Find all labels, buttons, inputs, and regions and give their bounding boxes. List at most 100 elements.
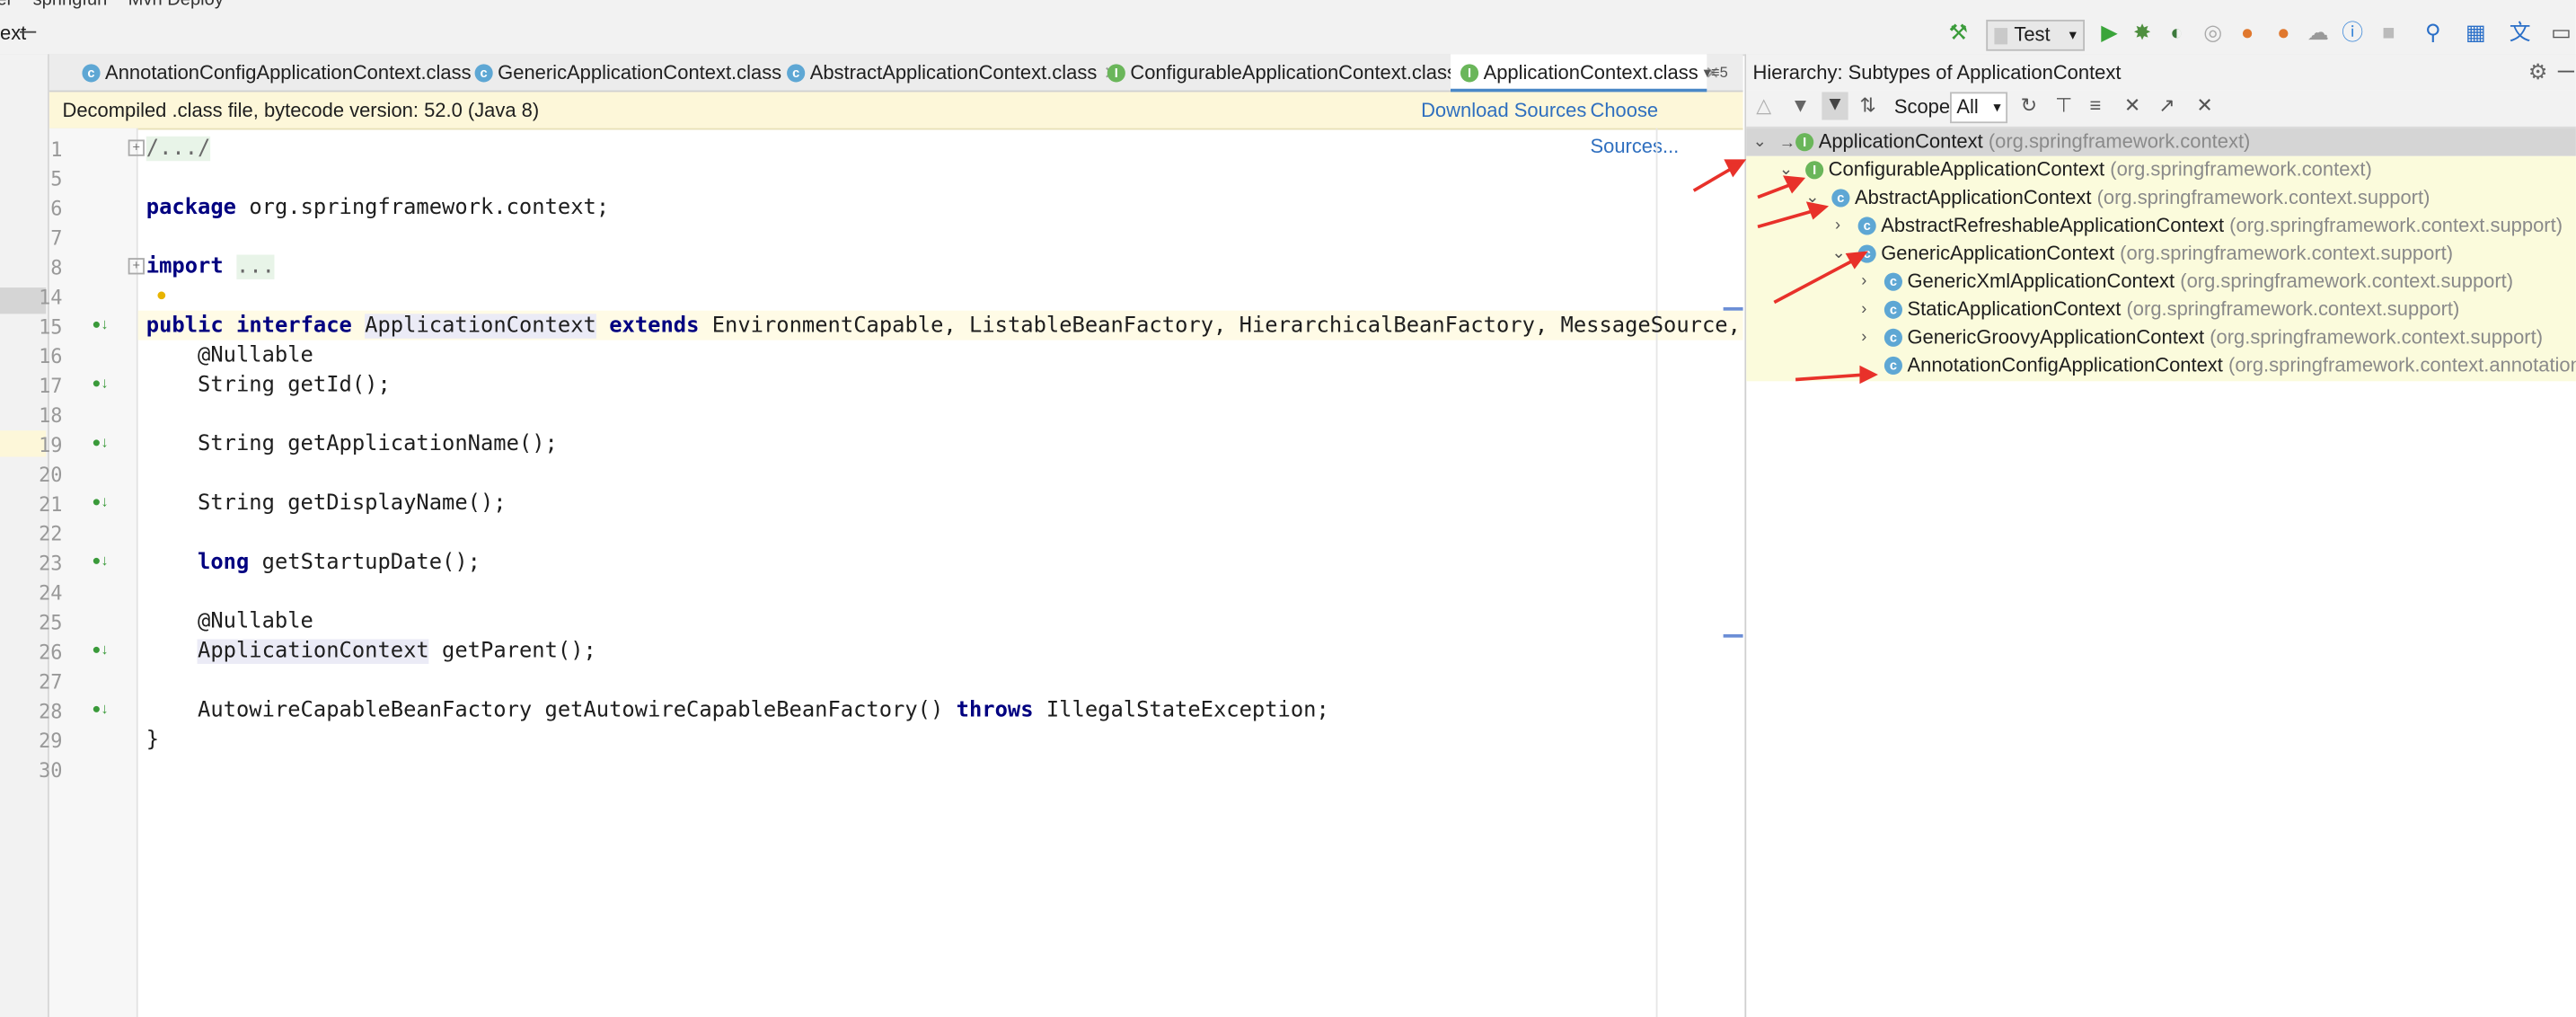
- node-name: StaticApplicationContext: [1907, 297, 2122, 321]
- profile-icon[interactable]: ◎: [2201, 21, 2225, 45]
- tab-label: GenericApplicationContext.class: [498, 60, 782, 84]
- scope-select[interactable]: All ▾: [1950, 92, 2008, 124]
- run-config-select[interactable]: Test ▾: [1986, 19, 2086, 51]
- code-editor[interactable]: /.../ package org.springframework.contex…: [138, 128, 1767, 1017]
- tab-application-context[interactable]: I ApplicationContext.class ✕: [1451, 54, 1720, 93]
- code-line: package org.springframework.context;: [146, 194, 609, 224]
- keyword: extends: [609, 314, 700, 339]
- node-package: (org.springframework.context.support): [2210, 325, 2544, 349]
- run-config-label: Test: [2014, 22, 2051, 47]
- line-number: 30: [39, 758, 63, 783]
- line-number: 16: [39, 345, 63, 368]
- keyword: import: [146, 254, 224, 279]
- export-icon[interactable]: ↗: [2158, 93, 2175, 117]
- close-icon[interactable]: ✕: [2196, 93, 2212, 117]
- node-name: AnnotationConfigApplicationContext: [1907, 353, 2223, 376]
- tree-node-generic-xml[interactable]: c GenericXmlApplicationContext (org.sprin…: [1883, 268, 2514, 296]
- stop-icon[interactable]: ■: [2378, 21, 2401, 45]
- hierarchy-header: Hierarchy: Subtypes of ApplicationContex…: [1746, 54, 2576, 91]
- config-icon: [1994, 27, 2008, 45]
- implemented-marker-icon[interactable]: ●↓: [92, 493, 108, 509]
- annotation-arrows: [1692, 159, 1878, 385]
- menu-bar: er springfun Mvn Deploy: [0, 0, 2576, 15]
- node-name: GenericGroovyApplicationContext: [1907, 325, 2205, 349]
- refresh-icon[interactable]: ↻: [2021, 93, 2037, 117]
- sort-alpha-icon[interactable]: ⇅: [1859, 93, 1875, 117]
- node-package: (org.springframework.context): [1988, 129, 2251, 154]
- tree-node-abstract[interactable]: c AbstractApplicationContext (org.springf…: [1831, 184, 2430, 212]
- line-number: 5: [50, 167, 63, 191]
- code-text: org.springframework.context;: [236, 195, 610, 221]
- tab-label: AbstractApplicationContext.class: [809, 60, 1098, 84]
- tab-annotation-config[interactable]: c AnnotationConfigApplicationContext.clas…: [82, 54, 493, 90]
- arrowhead: [1845, 251, 1868, 270]
- type-name: ApplicationContext: [198, 639, 429, 664]
- node-package: (org.springframework.context.support): [2096, 185, 2430, 209]
- window-icon[interactable]: ▭: [2550, 21, 2573, 45]
- node-package: (org.springframework.context): [2110, 157, 2372, 181]
- implemented-marker-icon[interactable]: ●↓: [92, 315, 108, 332]
- line-number: 22: [39, 522, 63, 546]
- search-everywhere-icon[interactable]: ⚲: [2422, 21, 2445, 45]
- tab-label: ApplicationContext.class: [1483, 60, 1698, 84]
- implemented-marker-icon[interactable]: ●↓: [92, 375, 108, 391]
- tab-generic[interactable]: cGenericApplicationContext.class✕: [474, 54, 803, 90]
- interface-icon: I: [1107, 64, 1125, 84]
- arrowhead: [1724, 159, 1747, 178]
- menu-item[interactable]: springfun: [33, 0, 108, 10]
- subtypes-icon[interactable]: ▼: [1822, 92, 1848, 120]
- supertypes-icon[interactable]: △: [1756, 93, 1771, 117]
- line-number: 18: [39, 403, 63, 428]
- tree-node-annotation-config[interactable]: c AnnotationConfigApplicationContext (org…: [1883, 351, 2576, 379]
- menu-item[interactable]: er: [0, 0, 13, 10]
- code-line: @Nullable: [146, 609, 313, 634]
- code-line: }: [146, 728, 160, 753]
- tab-abstract[interactable]: cAbstractApplicationContext.class✕: [787, 54, 1118, 90]
- implemented-marker-icon[interactable]: ●↓: [92, 641, 108, 657]
- project-structure-icon[interactable]: ▦: [2465, 21, 2488, 45]
- annotation-arrow: [1692, 165, 1734, 192]
- code-line: String getApplicationName();: [146, 432, 558, 457]
- gear-icon[interactable]: ⚙: [2528, 54, 2547, 90]
- minimize-icon[interactable]: [19, 31, 37, 33]
- tree-node-static[interactable]: c StaticApplicationContext (org.springfra…: [1883, 296, 2460, 323]
- node-package: (org.springframework.context.support): [2180, 269, 2514, 293]
- line-number: 28: [39, 700, 63, 723]
- keyword: package: [146, 195, 237, 221]
- expand-all-icon[interactable]: ≡: [2089, 93, 2101, 117]
- node-name: GenericApplicationContext: [1881, 241, 2115, 265]
- class-icon: c: [474, 64, 493, 84]
- scope-value: All: [1956, 95, 1979, 119]
- coverage-icon[interactable]: ◐: [2166, 21, 2189, 45]
- plugin2-icon[interactable]: ●: [2272, 21, 2296, 45]
- minimize-icon[interactable]: [2557, 70, 2575, 73]
- tab-overflow-button[interactable]: ▾≡5: [1704, 54, 1743, 90]
- cloud-icon[interactable]: ☁: [2307, 21, 2330, 45]
- implemented-marker-icon[interactable]: ●↓: [92, 434, 108, 450]
- tree-node-generic[interactable]: c GenericApplicationContext (org.springfr…: [1857, 240, 2453, 268]
- tree-node-abstract-refreshable[interactable]: c AbstractRefreshableApplicationContext (…: [1857, 212, 2563, 240]
- main-toolbar: ext ⚒ Test ▾ ▶ ✸ ◐ ◎ ● ● ☁ ⓘ ■ ⚲ ▦ 文 ▭: [0, 14, 2576, 57]
- node-package: (org.springframework.context.support): [2126, 297, 2460, 321]
- implemented-marker-icon[interactable]: ●↓: [92, 553, 108, 569]
- code-line: public interface ApplicationContext exte…: [146, 313, 1767, 342]
- translate-icon[interactable]: 文: [2509, 21, 2532, 45]
- tree-node-generic-groovy[interactable]: c GenericGroovyApplicationContext (org.sp…: [1883, 323, 2544, 351]
- folded-imports[interactable]: ...: [236, 254, 275, 279]
- folded-comment[interactable]: /.../: [146, 136, 211, 162]
- line-numbers: 1 5 6 7 8 14 15 16 17 18 19 20 21 22 23 …: [30, 135, 79, 792]
- run-icon[interactable]: ▶: [2098, 21, 2122, 45]
- implemented-marker-icon[interactable]: ●↓: [92, 700, 108, 716]
- debug-icon[interactable]: ✸: [2130, 21, 2154, 45]
- menu-item[interactable]: Mvn Deploy: [128, 0, 224, 10]
- type-hierarchy-icon[interactable]: ▼: [1791, 93, 1811, 117]
- info-icon[interactable]: ⓘ: [2341, 21, 2364, 45]
- download-sources-link[interactable]: Download Sources: [1421, 92, 1586, 128]
- pin-icon[interactable]: ✕: [2124, 93, 2140, 117]
- tab-configurable[interactable]: IConfigurableApplicationContext.class✕: [1107, 54, 1478, 90]
- node-name: AbstractRefreshableApplicationContext: [1881, 213, 2225, 237]
- keyword: public: [146, 314, 224, 339]
- collapse-all-icon[interactable]: ⊤: [2055, 93, 2072, 117]
- plugin-icon[interactable]: ●: [2236, 21, 2259, 45]
- build-hammer-icon[interactable]: ⚒: [1946, 21, 1970, 45]
